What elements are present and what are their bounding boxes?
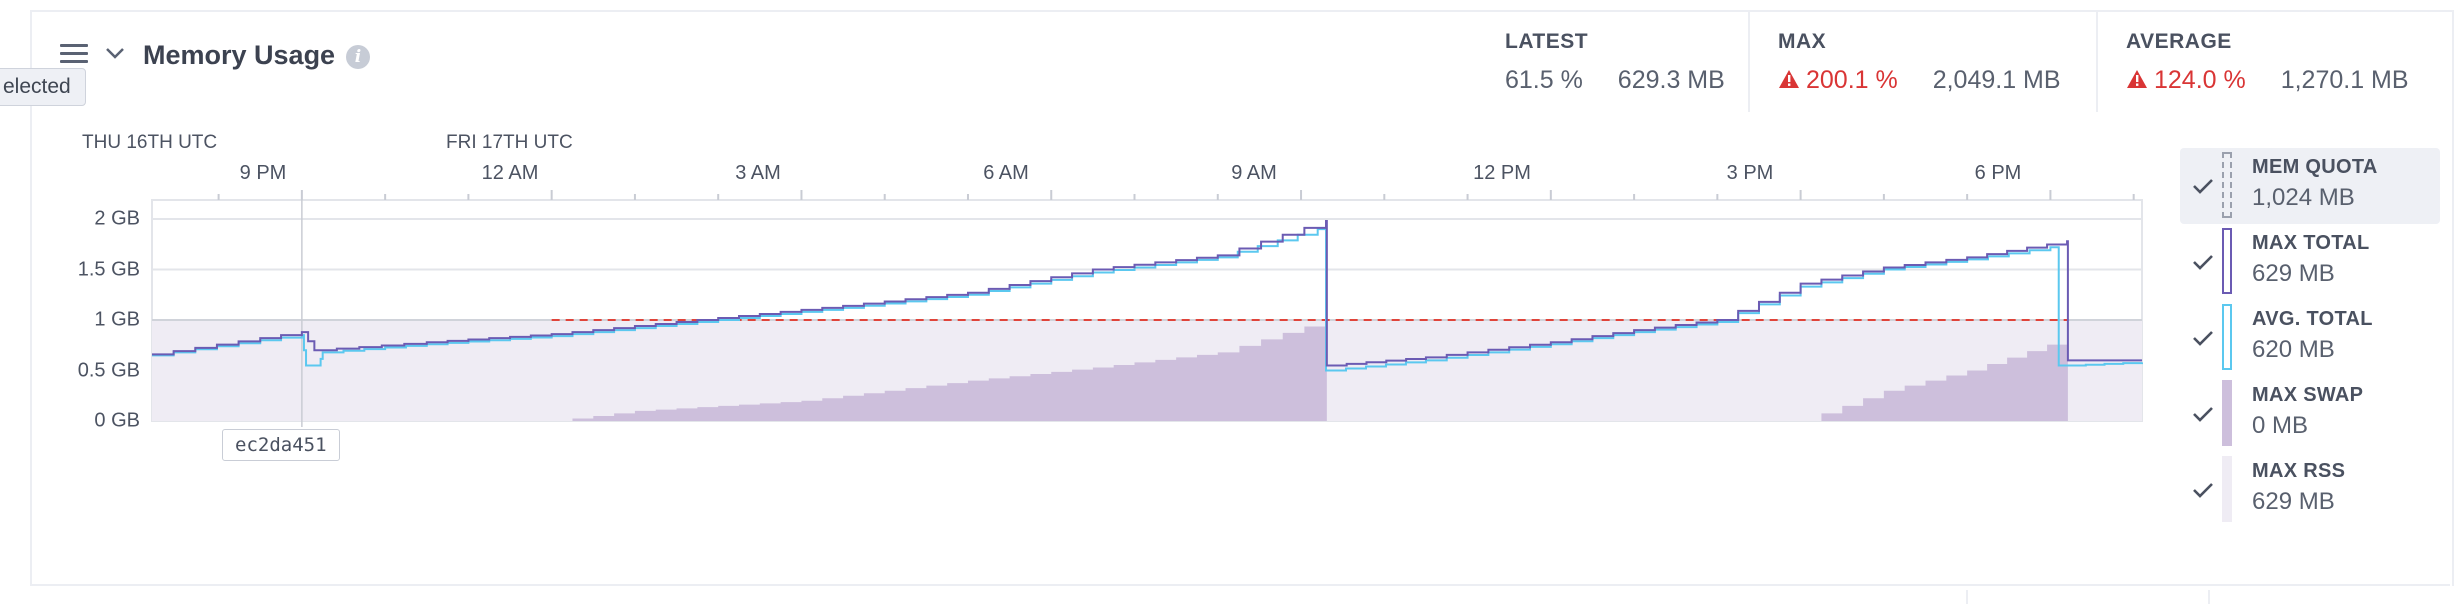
legend-name: AVG. TOTAL [2252, 308, 2373, 330]
memory-chart[interactable] [0, 0, 2460, 604]
legend-name: MEM QUOTA [2252, 156, 2378, 178]
swatch-max-total [2222, 228, 2232, 294]
check-icon [2193, 407, 2213, 422]
legend-avg-total[interactable]: AVG. TOTAL 620 MB [2180, 300, 2440, 376]
swatch-max-swap [2222, 380, 2232, 446]
legend-value: 629 MB [2252, 260, 2335, 287]
swatch-avg-total [2222, 304, 2232, 370]
legend-value: 629 MB [2252, 488, 2335, 515]
legend-name: MAX SWAP [2252, 384, 2364, 406]
check-icon [2193, 179, 2213, 194]
legend-name: MAX TOTAL [2252, 232, 2370, 254]
legend-max-swap[interactable]: MAX SWAP 0 MB [2180, 376, 2440, 452]
chart-legend: MEM QUOTA 1,024 MB MAX TOTAL 629 MB AVG.… [2180, 148, 2440, 528]
legend-value: 0 MB [2252, 412, 2309, 439]
swatch-max-rss [2222, 456, 2232, 522]
legend-mem-quota[interactable]: MEM QUOTA 1,024 MB [2180, 148, 2440, 224]
legend-name: MAX RSS [2252, 460, 2346, 482]
legend-max-total[interactable]: MAX TOTAL 629 MB [2180, 224, 2440, 300]
check-icon [2193, 331, 2213, 346]
legend-max-rss[interactable]: MAX RSS 629 MB [2180, 452, 2440, 528]
legend-value: 620 MB [2252, 336, 2335, 363]
swatch-quota [2222, 152, 2232, 218]
check-icon [2193, 483, 2213, 498]
cursor-host-label: ec2da451 [222, 429, 340, 461]
check-icon [2193, 255, 2213, 270]
legend-value: 1,024 MB [2252, 184, 2355, 211]
